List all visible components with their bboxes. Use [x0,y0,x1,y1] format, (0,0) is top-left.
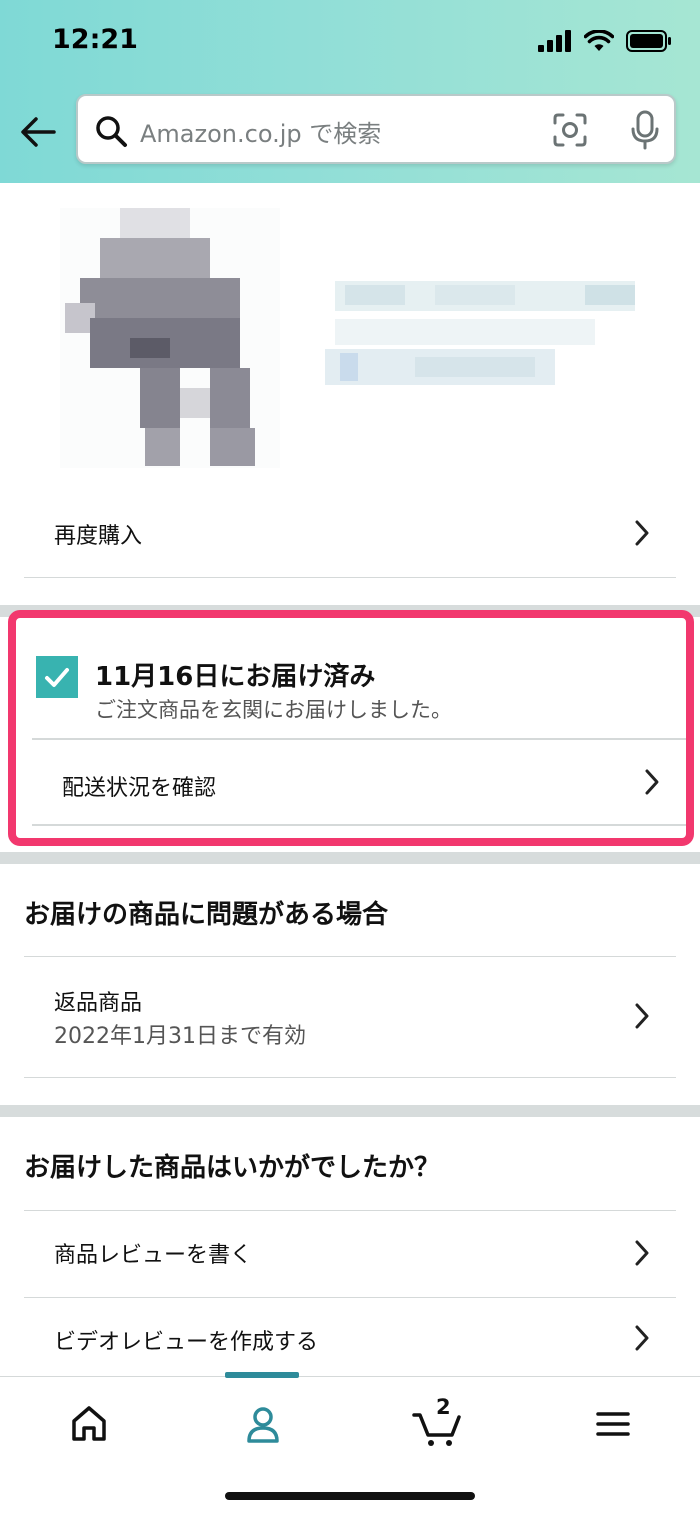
delivered-date-title: 11月16日にお届け済み [95,662,376,692]
microphone-icon[interactable] [630,110,660,150]
product-image [60,208,280,468]
section-divider [0,852,700,864]
signal-icon [538,30,571,52]
section-divider [0,1105,700,1117]
write-review-label: 商品レビューを書く [54,1243,253,1268]
product-title-blurred [325,281,635,385]
track-package-label[interactable]: 配送状況を確認 [62,770,216,802]
active-tab-indicator [225,1372,299,1378]
home-indicator[interactable] [225,1492,475,1500]
back-arrow-icon [21,117,56,147]
chevron-right-icon[interactable] [644,768,660,796]
chevron-right-icon [635,520,649,546]
return-item-label: 返品商品 [54,991,143,1016]
wifi-icon [584,30,614,51]
account-icon [247,1407,279,1443]
camera-scan-icon[interactable] [552,112,588,148]
buy-again-row[interactable]: 再度購入 [24,492,676,578]
checkmark-icon [36,656,78,698]
feedback-section-title: お届けした商品はいかがでしたか？ [24,1153,441,1183]
search-placeholder: Amazon.co.jp で検索 [140,120,382,148]
return-item-row[interactable]: 返品商品 2022年1月31日まで有効 [24,956,676,1078]
search-icon [96,116,127,147]
battery-icon [626,30,671,52]
nav-account[interactable] [238,1399,288,1449]
delivery-status-card: 11月16日にお届け済み ご注文商品を玄関にお届けしました。 配送状況を確認 [8,610,694,846]
video-review-row[interactable]: ビデオレビューを作成する [24,1298,676,1378]
product-summary [0,183,700,498]
separator [32,824,686,826]
nav-menu[interactable] [588,1399,638,1449]
return-deadline: 2022年1月31日まで有効 [54,1024,306,1049]
separator [32,738,686,740]
status-time: 12:21 [52,24,138,55]
home-icon [72,1406,106,1441]
cart-count-badge: 2 [436,1395,451,1419]
buy-again-label: 再度購入 [54,524,143,549]
chevron-right-icon [635,1240,649,1266]
chevron-right-icon [635,1325,649,1351]
video-review-label: ビデオレビューを作成する [54,1330,319,1355]
problem-section-title: お届けの商品に問題がある場合 [24,900,389,930]
chevron-right-icon [635,1003,649,1029]
delivered-message: ご注文商品を玄関にお届けしました。 [95,698,452,722]
write-review-row[interactable]: 商品レビューを書く [24,1210,676,1298]
nav-home[interactable] [64,1399,114,1449]
app-header: 12:21 Amazon.co.jp で検索 [0,0,700,183]
back-button[interactable] [18,112,58,152]
menu-icon [596,1412,630,1436]
status-icons [538,30,672,52]
search-input[interactable]: Amazon.co.jp で検索 [76,94,676,164]
